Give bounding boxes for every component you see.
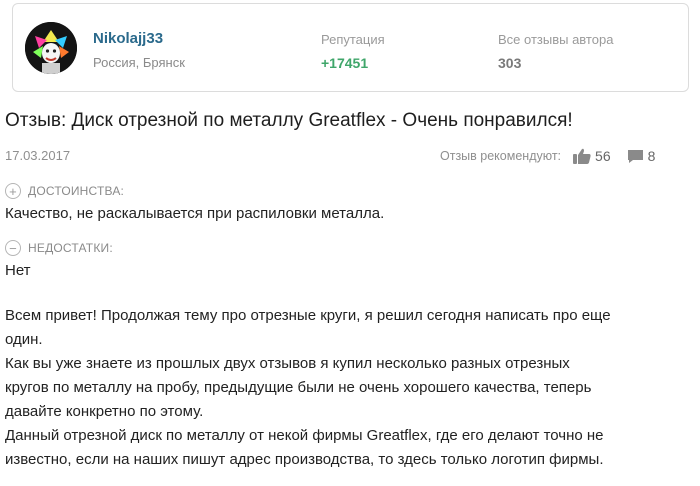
author-reviews-label[interactable]: Все отзывы автора (498, 32, 613, 47)
body-line: один. (5, 331, 43, 348)
cons-heading: − НЕДОСТАТКИ: (5, 240, 113, 256)
avatar-image (25, 22, 77, 74)
author-card: Nikolajj33 Россия, Брянск Репутация +174… (12, 3, 689, 92)
author-name[interactable]: Nikolajj33 (93, 30, 163, 47)
pros-heading: + ДОСТОИНСТВА: (5, 183, 124, 199)
review-date: 17.03.2017 (5, 148, 71, 163)
recommend-bar: Отзыв рекомендуют: 56 8 (440, 147, 655, 165)
body-line: давайте конкретно по этому. (5, 403, 204, 420)
cons-heading-label: НЕДОСТАТКИ: (28, 241, 113, 255)
body-line: известно, если на наших пишут адрес прои… (5, 451, 604, 468)
pros-text: Качество, не раскалывается при распиловк… (5, 205, 385, 222)
avatar[interactable] (25, 22, 77, 74)
plus-circle-icon: + (5, 183, 21, 199)
author-location: Россия, Брянск (93, 55, 185, 70)
reputation-value: +17451 (321, 55, 369, 71)
minus-circle-icon: − (5, 240, 21, 256)
body-line: Как вы уже знаете из прошлых двух отзыво… (5, 355, 570, 372)
recommend-label: Отзыв рекомендуют: (440, 149, 562, 163)
review-body: Всем привет! Продолжая тему про отрезные… (5, 304, 695, 472)
thumbs-up-icon[interactable] (573, 148, 591, 164)
pros-heading-label: ДОСТОИНСТВА: (28, 184, 125, 198)
cons-text: Нет (5, 262, 31, 279)
comment-icon[interactable] (627, 149, 644, 164)
body-line: Всем привет! Продолжая тему про отрезные… (5, 307, 611, 324)
author-reviews-count[interactable]: 303 (498, 55, 521, 71)
body-line: Данный отрезной диск по металлу от некой… (5, 427, 604, 444)
review-title: Отзыв: Диск отрезной по металлу Greatfle… (5, 110, 573, 131)
reputation-label: Репутация (321, 32, 385, 47)
comments-count: 8 (647, 148, 656, 164)
body-line: кругов по металлу на пробу, предыдущие б… (5, 379, 592, 396)
likes-count: 56 (595, 148, 611, 164)
